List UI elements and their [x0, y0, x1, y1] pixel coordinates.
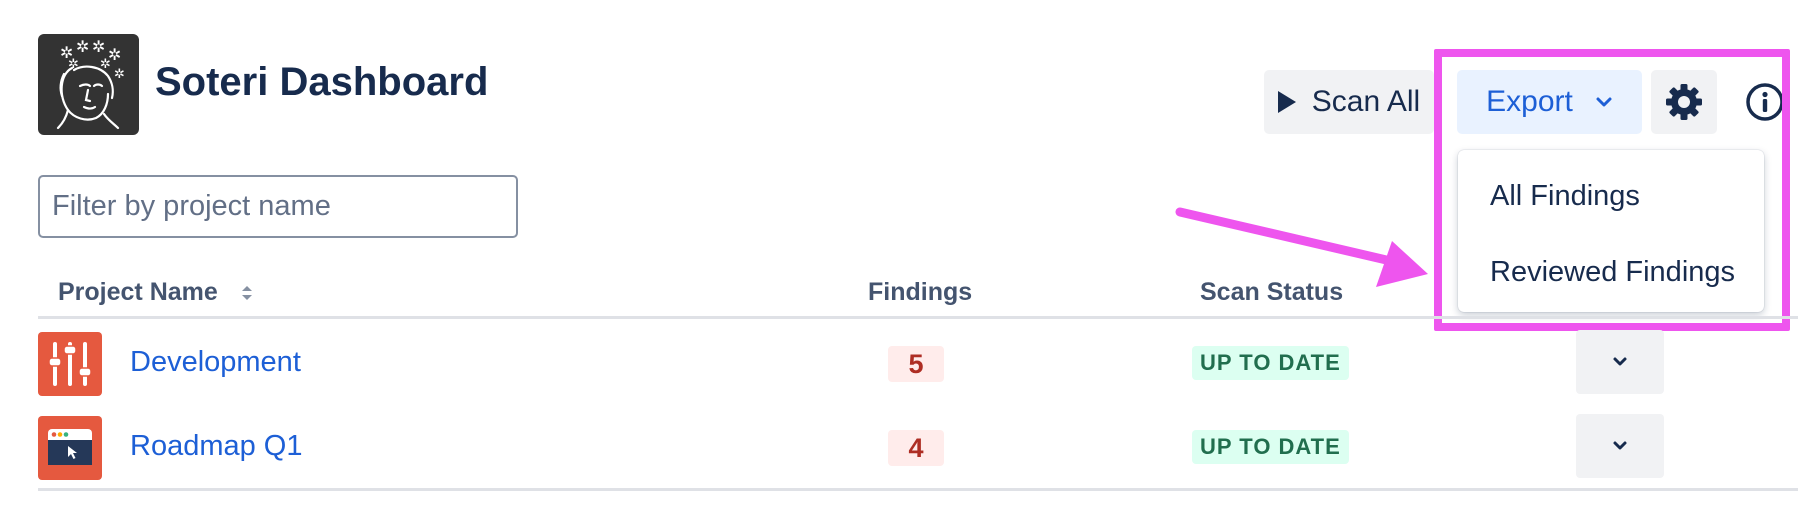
project-filter-input[interactable]	[38, 175, 518, 238]
project-link[interactable]: Roadmap Q1	[130, 430, 303, 463]
chevron-down-icon	[1613, 357, 1627, 366]
svg-text:✲: ✲	[68, 57, 79, 72]
chevron-down-icon	[1613, 441, 1627, 450]
row-expand-button[interactable]	[1576, 414, 1664, 478]
sliders-icon	[38, 332, 102, 396]
table-bottom-divider	[38, 488, 1798, 491]
table-row: Development 5 UP TO DATE	[38, 320, 1798, 404]
row-expand-button[interactable]	[1576, 330, 1664, 394]
scan-all-label: Scan All	[1311, 85, 1421, 118]
svg-text:✲: ✲	[100, 57, 111, 72]
scan-all-button[interactable]: Scan All	[1264, 70, 1434, 134]
annotation-highlight-box	[1434, 49, 1790, 331]
column-header-project-name[interactable]: Project Name	[58, 278, 218, 307]
status-badge: UP TO DATE	[1192, 430, 1349, 464]
dashboard-page: ✲ ✲ ✲ ✲ ✲ ✲ ✲ Soteri Dashboard Scan All …	[0, 0, 1820, 528]
table-header-divider	[38, 316, 1798, 319]
play-icon	[1277, 91, 1296, 113]
browser-window-icon	[38, 416, 102, 480]
soteri-logo-icon: ✲ ✲ ✲ ✲ ✲ ✲ ✲	[38, 34, 139, 135]
sort-icon[interactable]	[240, 283, 254, 303]
svg-text:✲: ✲	[76, 37, 89, 56]
project-link[interactable]: Development	[130, 346, 301, 379]
status-badge: UP TO DATE	[1192, 346, 1349, 380]
svg-text:✲: ✲	[114, 67, 125, 82]
svg-text:✲: ✲	[92, 37, 105, 56]
page-title: Soteri Dashboard	[155, 60, 489, 104]
column-header-findings: Findings	[868, 278, 973, 306]
table-row: Roadmap Q1 4 UP TO DATE	[38, 404, 1798, 488]
column-header-scan-status: Scan Status	[1200, 278, 1344, 306]
findings-count-badge: 5	[888, 346, 944, 382]
findings-count-badge: 4	[888, 430, 944, 466]
